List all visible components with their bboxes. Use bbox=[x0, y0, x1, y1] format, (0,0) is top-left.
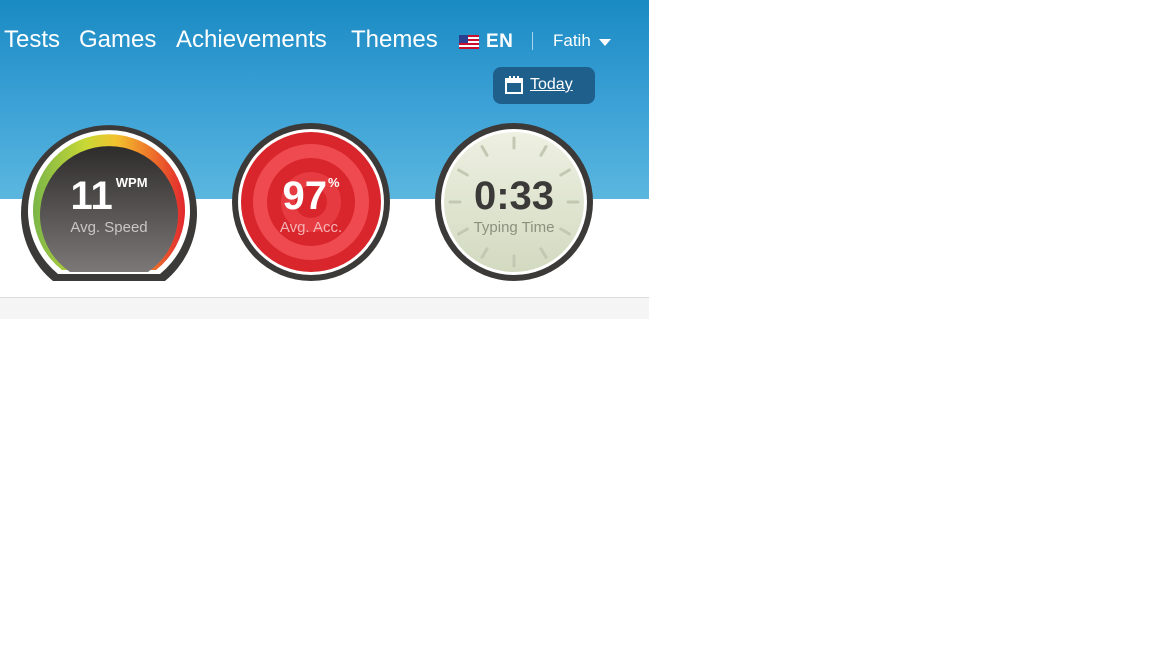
language-code: EN bbox=[486, 31, 514, 52]
nav-tests[interactable]: Tests bbox=[4, 26, 60, 54]
us-flag-icon bbox=[459, 35, 479, 49]
nav-themes[interactable]: Themes bbox=[351, 26, 438, 54]
nav-achievements[interactable]: Achievements bbox=[176, 26, 327, 54]
content-band bbox=[0, 298, 649, 319]
chevron-down-icon bbox=[598, 38, 611, 46]
accuracy-unit: % bbox=[327, 175, 340, 190]
time-label: Typing Time bbox=[473, 219, 555, 236]
language-selector[interactable]: EN bbox=[459, 31, 513, 53]
nav-separator bbox=[532, 32, 533, 50]
calendar-icon bbox=[505, 76, 523, 94]
today-button[interactable]: Today bbox=[493, 67, 595, 104]
app: Tests Games Achievements Themes EN Fatih… bbox=[0, 0, 649, 319]
speed-gauge: 11 WPM Avg. Speed bbox=[18, 121, 200, 283]
speed-value: 11 bbox=[70, 174, 113, 218]
speed-unit: WPM bbox=[115, 175, 148, 190]
user-name: Fatih bbox=[553, 31, 591, 50]
accuracy-value: 97 bbox=[282, 174, 327, 218]
time-value: 0:33 bbox=[473, 174, 555, 218]
accuracy-gauge: 97% Avg. Acc. bbox=[230, 121, 392, 283]
user-menu[interactable]: Fatih bbox=[553, 31, 611, 51]
time-gauge: 0:33 Typing Time bbox=[433, 121, 595, 283]
nav-games[interactable]: Games bbox=[79, 26, 156, 54]
today-label: Today bbox=[530, 76, 573, 93]
speed-label: Avg. Speed bbox=[70, 219, 148, 236]
accuracy-label: Avg. Acc. bbox=[279, 219, 343, 236]
